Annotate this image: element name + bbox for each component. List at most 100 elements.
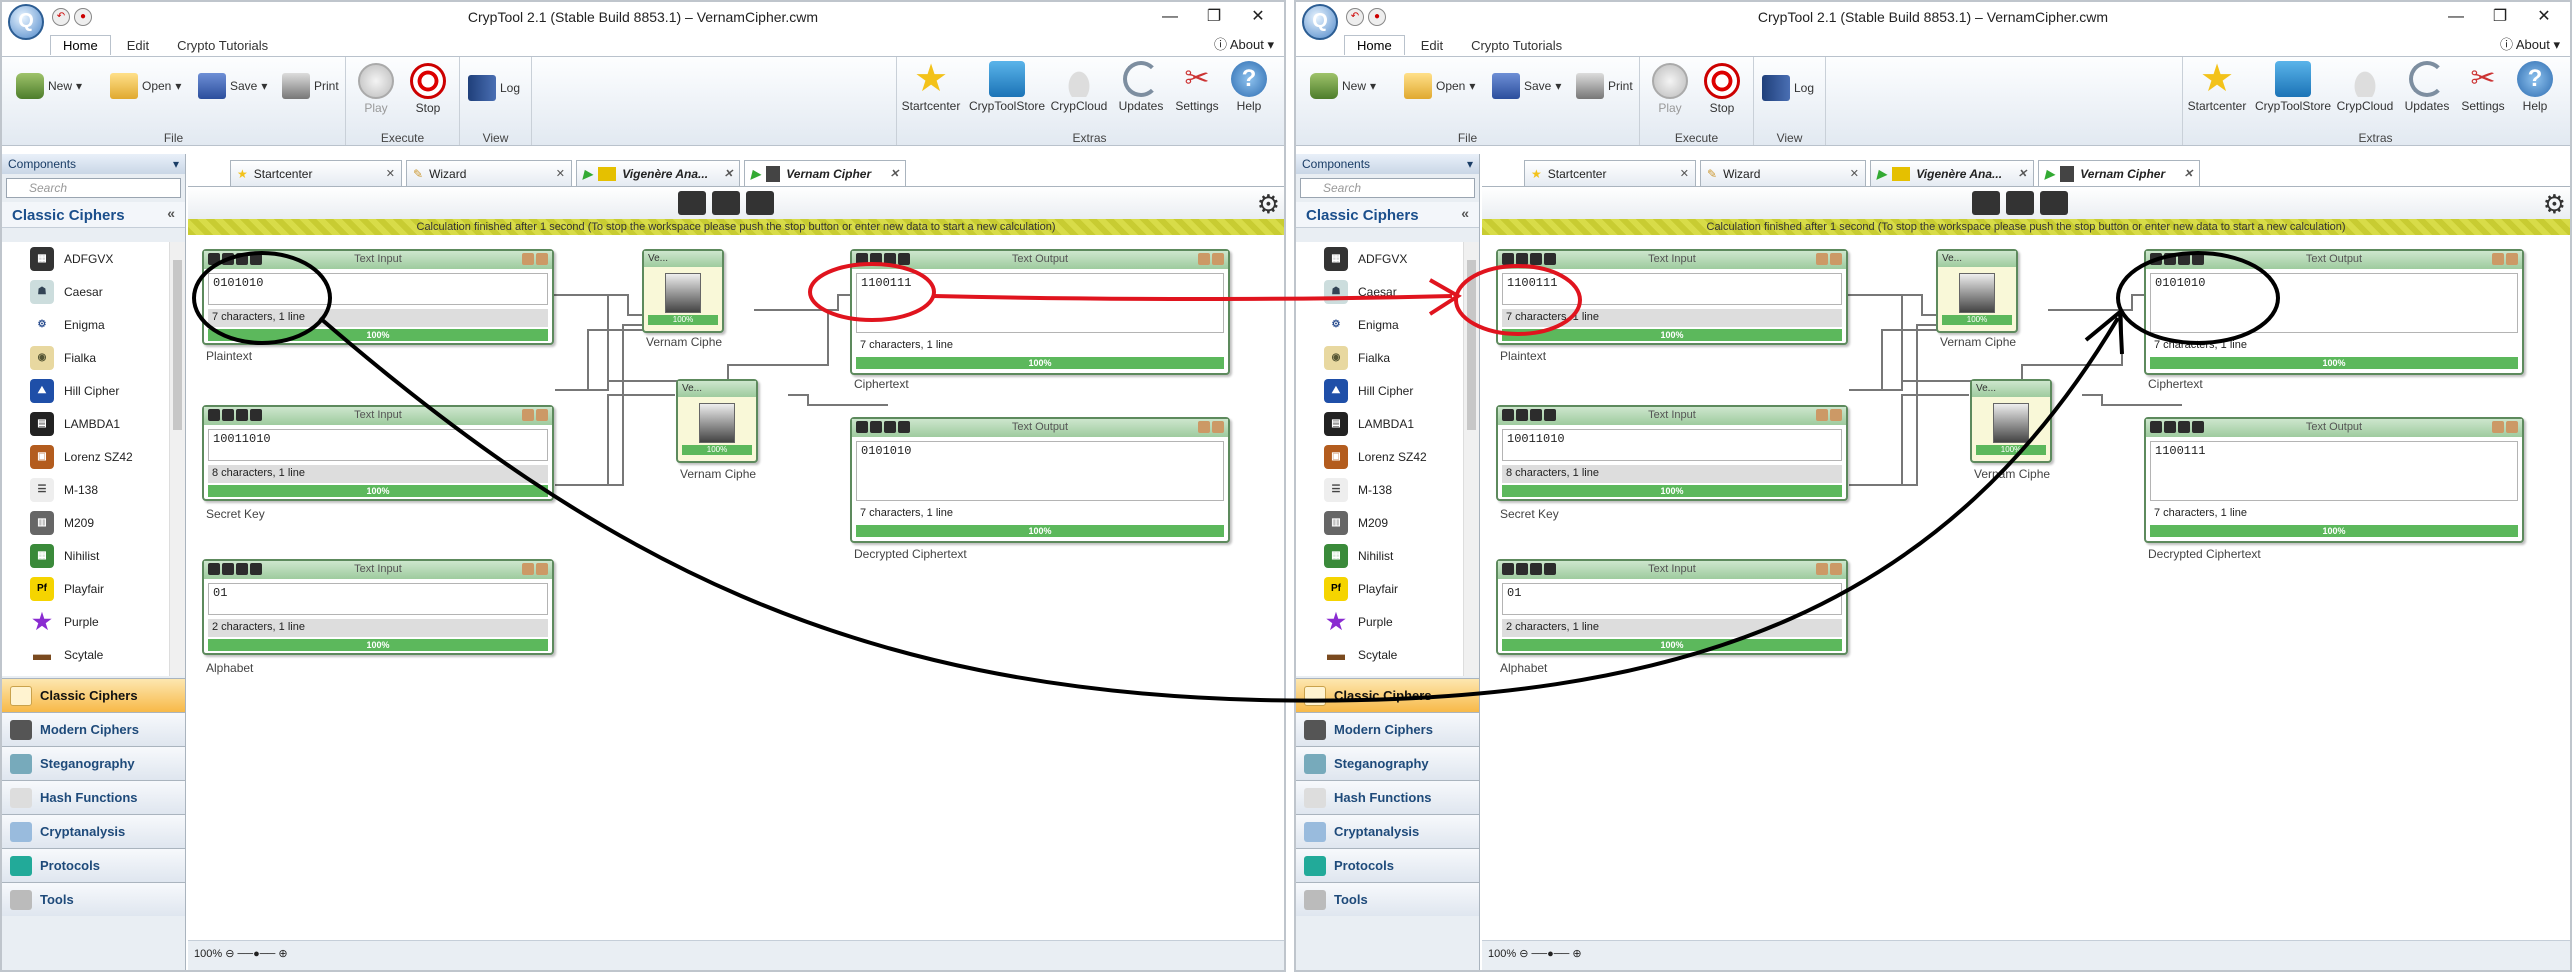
list-item[interactable]: ☗ Caesar <box>2 275 169 308</box>
alphabet-input-plugin[interactable]: Text Input 01 2 characters, 1 line 100% <box>1496 559 1848 655</box>
category-steganography[interactable]: Steganography <box>2 746 185 780</box>
category-cryptanalysis[interactable]: Cryptanalysis <box>1296 814 1479 848</box>
category-classic-ciphers[interactable]: Classic Ciphers <box>2 678 185 712</box>
list-item[interactable]: ▦ ADFGVX <box>1296 242 1463 275</box>
list-item[interactable]: ▤ LAMBDA1 <box>1296 407 1463 440</box>
list-item[interactable]: Pf Playfair <box>2 572 169 605</box>
close-tab-icon[interactable]: ✕ <box>2018 167 2027 180</box>
close-tab-icon[interactable]: ✕ <box>724 167 733 180</box>
close-tab-icon[interactable]: ✕ <box>890 167 899 180</box>
alphabet-field[interactable]: 01 <box>1502 583 1842 615</box>
close-tab-icon[interactable]: ✕ <box>1680 167 1689 180</box>
ciphertext-output-plugin[interactable]: Text Output 0101010 7 characters, 1 line… <box>2144 249 2524 375</box>
secret-key-input-plugin[interactable]: Text Input 10011010 8 characters, 1 line… <box>1496 405 1848 501</box>
list-item[interactable]: ◉ Fialka <box>2 341 169 374</box>
tab-vigenere-analyser[interactable]: ▶ Vigenère Ana... ✕ <box>576 160 740 186</box>
list-item[interactable]: ☰ M-138 <box>1296 473 1463 506</box>
crypcloud-button[interactable]: CrypCloud <box>2335 61 2395 113</box>
startcenter-button[interactable]: ★ Startcenter <box>2187 60 2247 113</box>
play-button[interactable]: Play <box>354 63 398 115</box>
minimize-icon[interactable]: — <box>2434 4 2478 30</box>
component-search-input[interactable]: Search <box>6 178 181 198</box>
alphabet-field[interactable]: 01 <box>208 583 548 615</box>
workflow-canvas[interactable]: Text Input 0101010 7 characters, 1 line … <box>188 235 1284 940</box>
component-list-scrollbar[interactable] <box>169 242 185 676</box>
gear-icon[interactable]: ⚙ <box>2543 189 2566 220</box>
list-item[interactable]: ▦ Nihilist <box>2 539 169 572</box>
category-classic-ciphers[interactable]: Classic Ciphers <box>1296 678 1479 712</box>
screenshot-button[interactable] <box>2006 191 2034 215</box>
category-modern-ciphers[interactable]: Modern Ciphers <box>1296 712 1479 746</box>
vernam-cipher-encrypt-plugin[interactable]: Ve... 100% <box>642 249 724 333</box>
scrollbar-thumb[interactable] <box>1467 260 1476 430</box>
plaintext-field[interactable]: 1100111 <box>1502 273 1842 305</box>
category-cryptanalysis[interactable]: Cryptanalysis <box>2 814 185 848</box>
list-item[interactable]: ◉ Fialka <box>1296 341 1463 374</box>
category-protocols[interactable]: Protocols <box>2 848 185 882</box>
gear-icon[interactable]: ⚙ <box>1257 189 1280 220</box>
fit-to-screen-button[interactable] <box>1972 191 2000 215</box>
category-tools[interactable]: Tools <box>1296 882 1479 916</box>
about-button[interactable]: ⓘ About ▾ <box>1214 34 1274 53</box>
close-tab-icon[interactable]: ✕ <box>2184 167 2193 180</box>
restore-icon[interactable]: ❐ <box>2478 4 2522 30</box>
workflow-canvas[interactable]: Text Input 1100111 7 characters, 1 line … <box>1482 235 2570 940</box>
tab-vernam-cipher[interactable]: ▶ Vernam Cipher ✕ <box>744 160 906 186</box>
tab-edit[interactable]: Edit <box>115 36 161 55</box>
tab-home[interactable]: Home <box>1344 35 1405 55</box>
list-item[interactable]: Pf Playfair <box>1296 572 1463 605</box>
print-button[interactable]: Print <box>1576 73 1633 99</box>
alphabet-input-plugin[interactable]: Text Input 01 2 characters, 1 line 100% <box>202 559 554 655</box>
secret-key-field[interactable]: 10011010 <box>208 429 548 461</box>
chevron-down-icon[interactable]: ▾ <box>1467 157 1473 171</box>
print-button[interactable]: Print <box>282 73 339 99</box>
scrollbar-thumb[interactable] <box>173 260 182 430</box>
vernam-cipher-decrypt-plugin[interactable]: Ve... 100% <box>676 379 758 463</box>
list-item[interactable]: ▥ M209 <box>1296 506 1463 539</box>
fit-to-screen-button[interactable] <box>678 191 706 215</box>
tab-wizard[interactable]: ✎ Wizard ✕ <box>406 160 572 186</box>
screenshot-button[interactable] <box>712 191 740 215</box>
plaintext-field[interactable]: 0101010 <box>208 273 548 305</box>
stop-button[interactable]: Stop <box>1700 63 1744 115</box>
list-item[interactable]: ▥ M209 <box>2 506 169 539</box>
tab-crypto-tutorials[interactable]: Crypto Tutorials <box>165 36 280 55</box>
about-button[interactable]: ⓘ About ▾ <box>2500 34 2560 53</box>
list-item[interactable]: ▦ ADFGVX <box>2 242 169 275</box>
updates-button[interactable]: Updates <box>1113 61 1169 113</box>
tab-wizard[interactable]: ✎ Wizard ✕ <box>1700 160 1866 186</box>
list-item[interactable]: ▬ Scytale <box>2 638 169 671</box>
list-item[interactable]: ☗ Caesar <box>1296 275 1463 308</box>
category-protocols[interactable]: Protocols <box>1296 848 1479 882</box>
close-icon[interactable]: ✕ <box>2522 4 2566 30</box>
open-button[interactable]: Open ▾ <box>110 73 181 99</box>
new-button[interactable]: New ▾ <box>16 73 82 99</box>
decrypted-output-plugin[interactable]: Text Output 0101010 7 characters, 1 line… <box>850 417 1230 543</box>
comment-button[interactable] <box>746 191 774 215</box>
new-button[interactable]: New ▾ <box>1310 73 1376 99</box>
list-item[interactable]: ⛰ Hill Cipher <box>1296 374 1463 407</box>
decrypted-output-plugin[interactable]: Text Output 1100111 7 characters, 1 line… <box>2144 417 2524 543</box>
stop-button[interactable]: Stop <box>406 63 450 115</box>
category-hash-functions[interactable]: Hash Functions <box>2 780 185 814</box>
help-button[interactable]: ? Help <box>2511 61 2559 113</box>
minimize-icon[interactable]: — <box>1148 4 1192 30</box>
tab-edit[interactable]: Edit <box>1409 36 1455 55</box>
help-button[interactable]: ? Help <box>1225 61 1273 113</box>
list-item[interactable]: ★ Purple <box>2 605 169 638</box>
list-item[interactable]: ⚙ Enigma <box>1296 308 1463 341</box>
settings-button[interactable]: ✂ Settings <box>1171 61 1223 113</box>
plaintext-input-plugin[interactable]: Text Input 1100111 7 characters, 1 line … <box>1496 249 1848 345</box>
category-hash-functions[interactable]: Hash Functions <box>1296 780 1479 814</box>
open-button[interactable]: Open ▾ <box>1404 73 1475 99</box>
category-modern-ciphers[interactable]: Modern Ciphers <box>2 712 185 746</box>
comment-button[interactable] <box>2040 191 2068 215</box>
vernam-cipher-decrypt-plugin[interactable]: Ve... 100% <box>1970 379 2052 463</box>
updates-button[interactable]: Updates <box>2399 61 2455 113</box>
log-button[interactable]: Log <box>468 75 520 101</box>
component-list-scrollbar[interactable] <box>1463 242 1479 676</box>
list-item[interactable]: ▣ Lorenz SZ42 <box>1296 440 1463 473</box>
cryptoolstore-button[interactable]: CrypToolStore <box>969 61 1045 113</box>
secret-key-field[interactable]: 10011010 <box>1502 429 1842 461</box>
play-button[interactable]: Play <box>1648 63 1692 115</box>
